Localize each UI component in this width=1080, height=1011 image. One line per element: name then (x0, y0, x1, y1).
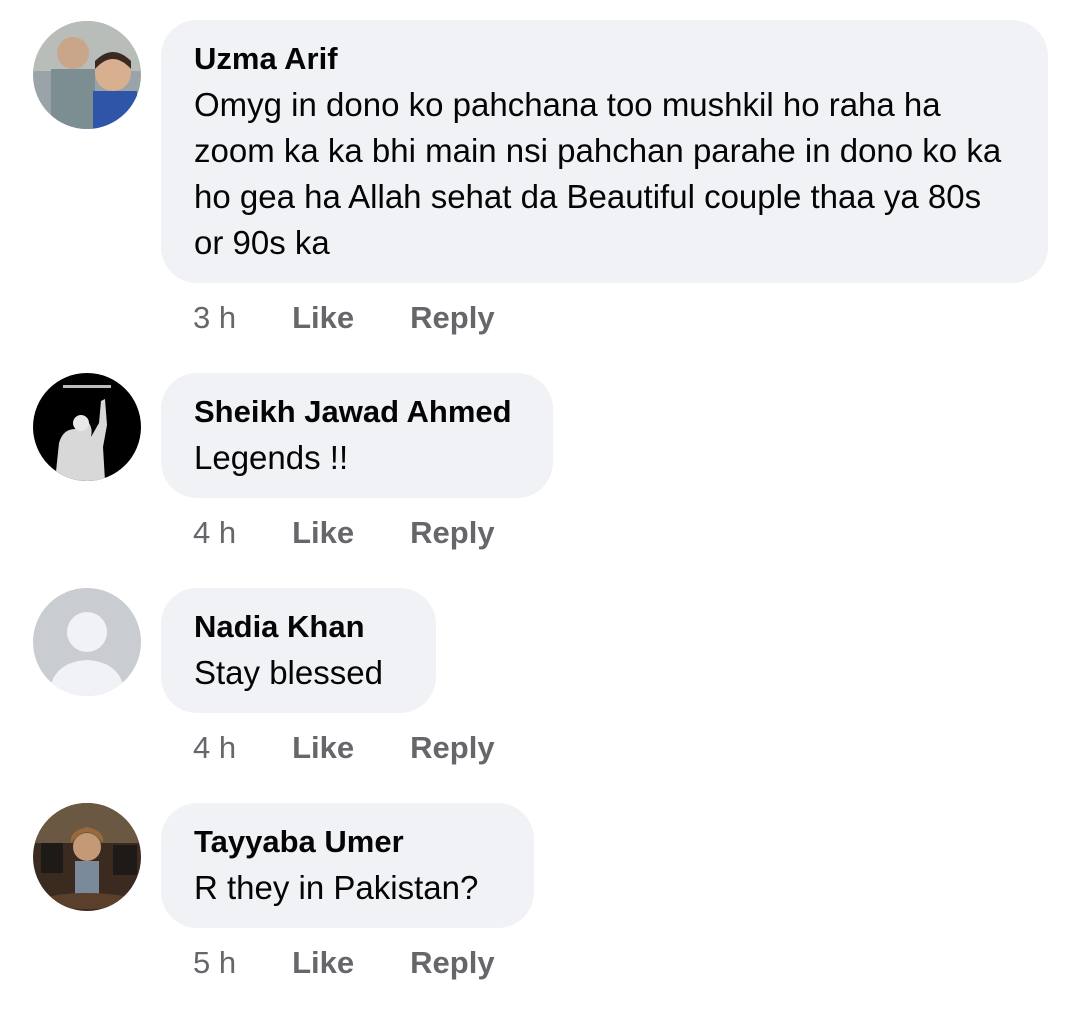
comment-bubble: Uzma Arif Omyg in dono ko pahchana too m… (161, 20, 1048, 283)
comment-bubble: Sheikh Jawad Ahmed Legends !! (161, 373, 553, 498)
like-button[interactable]: Like (292, 300, 354, 336)
comment-timestamp[interactable]: 5 h (193, 945, 236, 981)
reply-button[interactable]: Reply (410, 300, 494, 336)
avatar[interactable] (33, 803, 141, 911)
reply-button[interactable]: Reply (410, 515, 494, 551)
comment-timestamp[interactable]: 4 h (193, 515, 236, 551)
avatar[interactable] (33, 373, 141, 481)
comment-actions: 5 h Like Reply (193, 945, 495, 981)
comment-timestamp[interactable]: 3 h (193, 300, 236, 336)
profile-photo-icon (33, 803, 141, 911)
comment-author[interactable]: Nadia Khan (194, 608, 402, 646)
like-button[interactable]: Like (292, 730, 354, 766)
profile-photo-icon (33, 21, 141, 129)
comment-author[interactable]: Sheikh Jawad Ahmed (194, 393, 519, 431)
reply-button[interactable]: Reply (410, 945, 494, 981)
comment-timestamp[interactable]: 4 h (193, 730, 236, 766)
profile-photo-icon (33, 373, 141, 481)
comment-actions: 4 h Like Reply (193, 515, 495, 551)
like-button[interactable]: Like (292, 945, 354, 981)
comment-actions: 3 h Like Reply (193, 300, 495, 336)
like-button[interactable]: Like (292, 515, 354, 551)
avatar[interactable] (33, 588, 141, 696)
comment-bubble: Nadia Khan Stay blessed (161, 588, 436, 713)
comment-text: Stay blessed (194, 654, 383, 691)
comment-author[interactable]: Uzma Arif (194, 40, 1014, 78)
reply-button[interactable]: Reply (410, 730, 494, 766)
avatar[interactable] (33, 21, 141, 129)
comment-text: R they in Pakistan? (194, 869, 479, 906)
comment-text: Omyg in dono ko pahchana too mushkil ho … (194, 86, 1002, 261)
default-avatar-icon (33, 588, 141, 696)
comment-bubble: Tayyaba Umer R they in Pakistan? (161, 803, 534, 928)
comment-text: Legends !! (194, 439, 349, 476)
comment-author[interactable]: Tayyaba Umer (194, 823, 500, 861)
comment-actions: 4 h Like Reply (193, 730, 495, 766)
